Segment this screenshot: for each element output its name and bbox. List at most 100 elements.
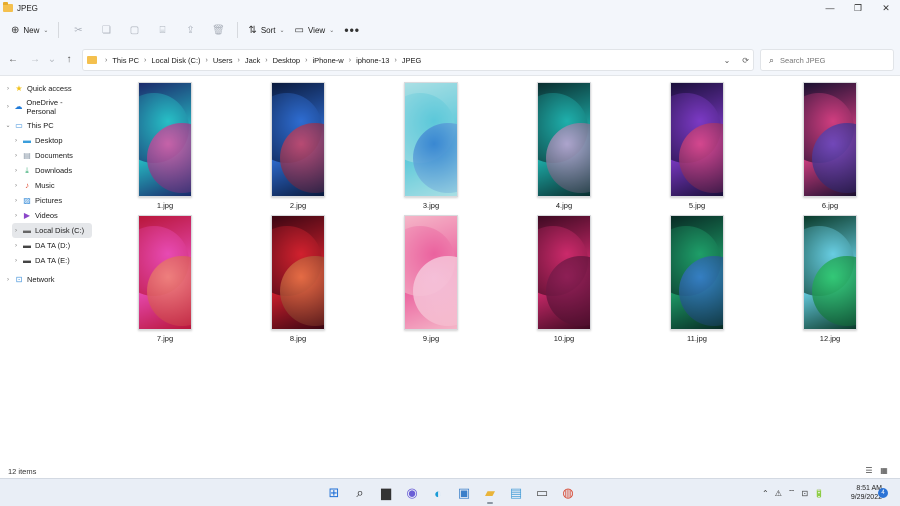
sidebar-item-this-pc[interactable]: ⌄ ▭ This PC bbox=[4, 118, 92, 133]
show-hidden-icons[interactable]: ⌃ bbox=[762, 489, 769, 498]
sidebar-item-local-disk-c[interactable]: › ▬ Local Disk (C:) bbox=[12, 223, 92, 238]
cut-icon[interactable]: ✂ bbox=[64, 20, 92, 40]
chevron-right-icon[interactable]: › bbox=[12, 168, 20, 174]
tiles-view-icon[interactable]: ▦ bbox=[878, 466, 890, 476]
chevron-right-icon[interactable]: › bbox=[12, 258, 20, 264]
chrome-taskbar-icon[interactable]: ◍ bbox=[555, 482, 581, 504]
breadcrumb-local-disk[interactable]: Local Disk (C:) bbox=[151, 56, 200, 65]
file-name: 4.jpg bbox=[555, 201, 573, 210]
clock[interactable]: 8:51 AM 9/29/2022 bbox=[836, 484, 882, 502]
sidebar-item-documents[interactable]: › ▤ Documents bbox=[12, 148, 92, 163]
battery-icon[interactable]: 🔋 bbox=[814, 489, 824, 498]
sidebar-item-music[interactable]: › ♪ Music bbox=[12, 178, 92, 193]
chevron-right-icon[interactable]: › bbox=[12, 228, 20, 234]
app-window-taskbar-icon[interactable]: ▭ bbox=[529, 482, 555, 504]
sidebar-item-da-ta-d[interactable]: › ▬ DA TA (D:) bbox=[12, 238, 92, 253]
sidebar-item-videos[interactable]: › ▶ Videos bbox=[12, 208, 92, 223]
drive-icon: ▬ bbox=[23, 256, 31, 265]
photos-taskbar-icon[interactable]: ▣ bbox=[451, 482, 477, 504]
share-icon[interactable]: ⇪ bbox=[176, 20, 204, 40]
search-box[interactable]: ⌕ bbox=[760, 49, 894, 71]
chevron-right-icon[interactable]: › bbox=[12, 138, 20, 144]
wifi-icon[interactable]: ⌔ bbox=[788, 488, 796, 498]
file-item[interactable]: 4.jpg bbox=[524, 82, 604, 210]
view-button[interactable]: ▭ View ⌄ bbox=[290, 20, 340, 40]
chevron-right-icon[interactable]: › bbox=[4, 104, 12, 110]
chevron-right-icon[interactable]: › bbox=[12, 198, 20, 204]
file-item[interactable]: 3.jpg bbox=[391, 82, 471, 210]
file-item[interactable]: 9.jpg bbox=[391, 215, 471, 343]
sidebar-item-label: Network bbox=[27, 275, 55, 284]
close-button[interactable]: ✕ bbox=[872, 0, 900, 16]
file-item[interactable]: 5.jpg bbox=[657, 82, 737, 210]
file-item[interactable]: 7.jpg bbox=[125, 215, 205, 343]
clock-date: 9/29/2022 bbox=[850, 494, 882, 501]
sidebar-item-quick-access[interactable]: › ★ Quick access bbox=[4, 81, 92, 96]
sidebar-item-downloads[interactable]: › ⤓ Downloads bbox=[12, 163, 92, 178]
sidebar-item-network[interactable]: › ⊡ Network bbox=[4, 272, 92, 287]
chevron-down-icon: ⌄ bbox=[329, 27, 335, 34]
sort-button[interactable]: ⇅ Sort ⌄ bbox=[243, 20, 289, 40]
file-item[interactable]: 6.jpg bbox=[790, 82, 870, 210]
chevron-right-icon[interactable]: › bbox=[12, 153, 20, 159]
start-taskbar-icon[interactable]: ⊞ bbox=[321, 482, 347, 504]
paste-icon[interactable]: ▢ bbox=[120, 20, 148, 40]
delete-icon[interactable]: 🗑 bbox=[204, 20, 232, 40]
sidebar-item-desktop[interactable]: › ▬ Desktop bbox=[12, 133, 92, 148]
chevron-down-icon[interactable]: ⌄ bbox=[46, 49, 58, 71]
volume-icon[interactable]: ⊡ bbox=[801, 489, 808, 498]
more-options-button[interactable]: ••• bbox=[339, 23, 365, 37]
chevron-right-icon[interactable]: › bbox=[12, 213, 20, 219]
notepad-taskbar-icon[interactable]: ▤ bbox=[503, 482, 529, 504]
address-bar[interactable]: › This PC › Local Disk (C:) › Users › Ja… bbox=[82, 49, 754, 71]
up-arrow-icon[interactable]: ↑ bbox=[58, 49, 80, 71]
chevron-down-icon[interactable]: ⌄ bbox=[4, 122, 12, 129]
file-item[interactable]: 2.jpg bbox=[258, 82, 338, 210]
file-item[interactable]: 8.jpg bbox=[258, 215, 338, 343]
search-taskbar-icon[interactable]: ⌕ bbox=[347, 482, 373, 504]
forward-arrow-icon[interactable]: → bbox=[24, 49, 46, 71]
maximize-button[interactable]: ❐ bbox=[844, 0, 872, 16]
task-view-taskbar-icon[interactable]: ▆ bbox=[373, 482, 399, 504]
file-item[interactable]: 12.jpg bbox=[790, 215, 870, 343]
sidebar-item-label: This PC bbox=[27, 121, 54, 130]
sidebar-item-pictures[interactable]: › ▨ Pictures bbox=[12, 193, 92, 208]
file-item[interactable]: 11.jpg bbox=[657, 215, 737, 343]
chevron-right-icon[interactable]: › bbox=[12, 243, 20, 249]
breadcrumb-iphone-w[interactable]: iPhone-w bbox=[312, 56, 343, 65]
breadcrumb-jack[interactable]: Jack bbox=[245, 56, 260, 65]
history-dropdown-icon[interactable]: ⌄ bbox=[724, 56, 731, 65]
sidebar-item-da-ta-e[interactable]: › ▬ DA TA (E:) bbox=[12, 253, 92, 268]
sort-icon: ⇅ bbox=[248, 24, 257, 36]
rename-icon[interactable]: ⌸ bbox=[148, 20, 176, 40]
warning-icon[interactable]: ⚠ bbox=[775, 489, 782, 498]
new-button[interactable]: ⊕ New ⌄ bbox=[6, 20, 53, 40]
file-item[interactable]: 10.jpg bbox=[524, 215, 604, 343]
file-item[interactable]: 1.jpg bbox=[125, 82, 205, 210]
breadcrumb-this-pc[interactable]: This PC bbox=[112, 56, 139, 65]
search-input[interactable] bbox=[780, 55, 881, 65]
system-tray: ⌃ ⚠ ⌔ ⊡ 🔋 bbox=[762, 483, 830, 503]
edge-taskbar-icon[interactable]: ◐ bbox=[425, 482, 451, 504]
chevron-right-icon[interactable]: › bbox=[4, 277, 12, 283]
breadcrumb-users[interactable]: Users bbox=[213, 56, 233, 65]
clock-time: 8:51 AM bbox=[856, 485, 882, 492]
minimize-button[interactable]: — bbox=[816, 0, 844, 16]
sidebar-item-onedrive-personal[interactable]: › ☁ OneDrive - Personal bbox=[4, 98, 92, 116]
download-icon: ⤓ bbox=[25, 165, 29, 175]
file-explorer-taskbar-icon[interactable]: ▰ bbox=[477, 482, 503, 504]
chevron-right-icon[interactable]: › bbox=[12, 183, 20, 189]
back-arrow-icon[interactable]: ← bbox=[2, 49, 24, 71]
breadcrumb-desktop[interactable]: Desktop bbox=[273, 56, 301, 65]
chevron-right-icon[interactable]: › bbox=[4, 86, 12, 92]
details-view-icon[interactable]: ☰ bbox=[863, 466, 875, 476]
file-thumbnail bbox=[670, 82, 724, 197]
file-explorer-icon: ▰ bbox=[485, 485, 495, 500]
breadcrumb-iphone-13[interactable]: iphone-13 bbox=[356, 56, 389, 65]
chat-taskbar-icon[interactable]: ◉ bbox=[399, 482, 425, 504]
breadcrumb-jpeg[interactable]: JPEG bbox=[402, 56, 422, 65]
refresh-icon[interactable]: ⟳ bbox=[742, 56, 749, 65]
copy-icon[interactable]: ❏ bbox=[92, 20, 120, 40]
divider bbox=[237, 22, 239, 38]
notification-badge[interactable]: 4 bbox=[878, 488, 888, 498]
